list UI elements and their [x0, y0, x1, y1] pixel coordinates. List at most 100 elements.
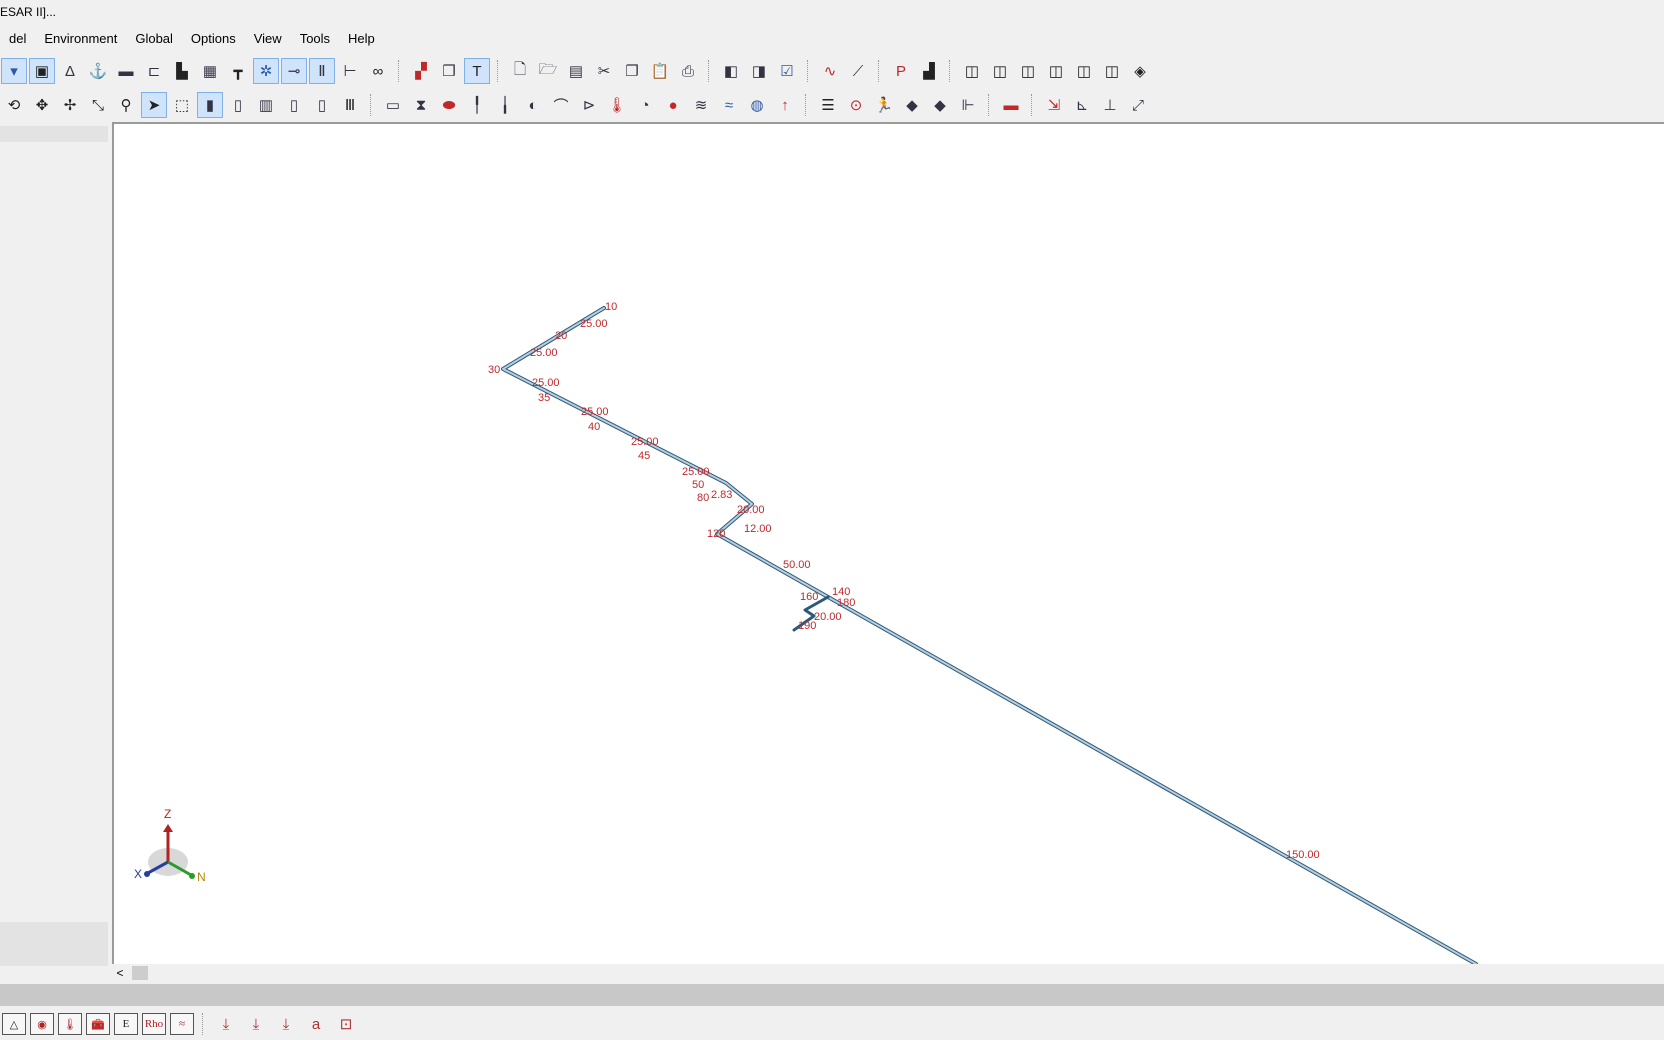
vertical-scale-icon[interactable]: Ⅱ	[309, 58, 335, 84]
view-cube-icon[interactable]: ◈	[1127, 58, 1153, 84]
dims-2-icon[interactable]: ⊥	[1097, 92, 1123, 118]
restraint-icon[interactable]: ▬	[113, 58, 139, 84]
wave-icon[interactable]: ≈	[716, 92, 742, 118]
axes-icon[interactable]: ✲	[253, 58, 279, 84]
run-icon[interactable]: 🏃	[871, 92, 897, 118]
grid-icon[interactable]: ▦	[197, 58, 223, 84]
list-icon[interactable]: ☰	[815, 92, 841, 118]
plot-icon[interactable]: ▞	[408, 58, 434, 84]
iso-view-6-icon[interactable]: ◫	[1099, 58, 1125, 84]
cursor-3-icon[interactable]: ⤓	[273, 1012, 299, 1036]
material-icon[interactable]: ●	[660, 92, 686, 118]
select-box-icon[interactable]: ⬚	[169, 92, 195, 118]
cube-open-icon[interactable]: ❒	[436, 58, 462, 84]
nozzle-icon[interactable]: ◐	[520, 92, 546, 118]
move-icon[interactable]: ✢	[57, 92, 83, 118]
wire-pipe-icon[interactable]: ▯	[225, 92, 251, 118]
temperature-button[interactable]: 🌡	[58, 1013, 82, 1035]
save-icon[interactable]: ▤	[563, 58, 589, 84]
expansion-joint-icon[interactable]: ⬬	[436, 92, 462, 118]
elbow-icon[interactable]: ⊢	[337, 58, 363, 84]
menu-global[interactable]: Global	[126, 31, 182, 46]
print-icon[interactable]: ⎙	[675, 58, 701, 84]
cursor-2-icon[interactable]: ⤓	[243, 1012, 269, 1036]
target-button[interactable]: ◉	[30, 1013, 54, 1035]
density-button[interactable]: Rho	[142, 1013, 166, 1035]
walk-icon[interactable]: ⚲	[113, 92, 139, 118]
hanger-icon[interactable]: ⊏	[141, 58, 167, 84]
screen-icon[interactable]: ▣	[29, 58, 55, 84]
center-line-icon[interactable]: ▯	[281, 92, 307, 118]
single-line-icon[interactable]: ▯	[309, 92, 335, 118]
menu-options[interactable]: Options	[182, 31, 245, 46]
select-icon[interactable]: ➤	[141, 92, 167, 118]
menu-tools[interactable]: Tools	[291, 31, 339, 46]
graph-icon[interactable]: ⟋	[845, 58, 871, 84]
horizontal-scrollbar[interactable]: <	[112, 964, 1664, 982]
dims-3-icon[interactable]: ⤢	[1125, 92, 1151, 118]
axis-arrows-icon[interactable]: ⊩	[955, 92, 981, 118]
model-viewport[interactable]: 10 20 30 35 40 45 50 80 120 140 160 180 …	[112, 122, 1664, 966]
ruler-icon[interactable]: ▬	[998, 92, 1024, 118]
menu-environment[interactable]: Environment	[35, 31, 126, 46]
scroll-thumb[interactable]	[132, 966, 148, 980]
menu-help[interactable]: Help	[339, 31, 384, 46]
toolbox-button[interactable]: 🧰	[86, 1013, 110, 1035]
anchor-icon[interactable]: ⚓	[85, 58, 111, 84]
menu-model[interactable]: del	[0, 31, 35, 46]
iso-view-4-icon[interactable]: ◫	[1043, 58, 1069, 84]
text-icon[interactable]: T	[464, 58, 490, 84]
copy-icon[interactable]: ❐	[619, 58, 645, 84]
scroll-left-button[interactable]: <	[112, 966, 128, 980]
zoom-icon[interactable]: ⤡	[85, 92, 111, 118]
bend-icon[interactable]: ⌒	[548, 92, 574, 118]
iso-view-3-icon[interactable]: ◫	[1015, 58, 1041, 84]
binoculars-icon[interactable]: ∞	[365, 58, 391, 84]
model-canvas[interactable]: 10 20 30 35 40 45 50 80 120 140 160 180 …	[114, 124, 1664, 966]
cursor-1-icon[interactable]: ⤓	[213, 1012, 239, 1036]
wind-icon[interactable]: ≋	[688, 92, 714, 118]
iso-view-5-icon[interactable]: ◫	[1071, 58, 1097, 84]
load-1-icon[interactable]: ◆	[899, 92, 925, 118]
solid-pipe-icon[interactable]: ▮	[197, 92, 223, 118]
cut-icon[interactable]: ✂	[591, 58, 617, 84]
zoom-window-icon[interactable]: ⊡	[333, 1012, 359, 1036]
view-right-icon[interactable]: ◨	[746, 58, 772, 84]
seismic-icon[interactable]: ◍	[744, 92, 770, 118]
menu-view[interactable]: View	[245, 31, 291, 46]
plt-icon[interactable]: P	[888, 58, 914, 84]
check-icon[interactable]: ☑	[774, 58, 800, 84]
valve-icon[interactable]: ⧗	[408, 92, 434, 118]
delta-icon[interactable]: Δ	[57, 58, 83, 84]
render-icon[interactable]: ▟	[916, 58, 942, 84]
open-folder-icon[interactable]: 🗁	[535, 58, 561, 84]
elastic-modulus-button[interactable]: E	[114, 1013, 138, 1035]
reducer-icon[interactable]: ⊳	[576, 92, 602, 118]
pan-icon[interactable]: ✥	[29, 92, 55, 118]
new-file-icon[interactable]: 🗋	[507, 58, 533, 84]
triangle-button[interactable]: △	[2, 1013, 26, 1035]
iso-view-1-icon[interactable]: ◫	[959, 58, 985, 84]
iso-view-2-icon[interactable]: ◫	[987, 58, 1013, 84]
measure-icon[interactable]: ⇲	[1041, 92, 1067, 118]
pressure-gauge-icon[interactable]: ◔	[632, 92, 658, 118]
node-toggle-icon[interactable]: ⊸	[281, 58, 307, 84]
paste-icon[interactable]: 📋	[647, 58, 673, 84]
flange-icon[interactable]: ▭	[380, 92, 406, 118]
rotate-icon[interactable]: ⟲	[1, 92, 27, 118]
line-pipe-icon[interactable]: ▥	[253, 92, 279, 118]
tee-icon[interactable]: ┳	[225, 58, 251, 84]
force-icon[interactable]: ↑	[772, 92, 798, 118]
hanger-node-icon[interactable]: ╽	[492, 92, 518, 118]
view-left-icon[interactable]: ◧	[718, 58, 744, 84]
thermometer-icon[interactable]: 🌡	[604, 92, 630, 118]
waveform-icon[interactable]: ∿	[817, 58, 843, 84]
restraint-node-icon[interactable]: ╿	[464, 92, 490, 118]
record-icon[interactable]: ⊙	[843, 92, 869, 118]
a1-icon[interactable]: a	[303, 1012, 329, 1036]
support-icon[interactable]: ▙	[169, 58, 195, 84]
load-2-icon[interactable]: ◆	[927, 92, 953, 118]
dims-1-icon[interactable]: ⊾	[1069, 92, 1095, 118]
bars-icon[interactable]: Ⅲ	[337, 92, 363, 118]
wave-button[interactable]: ≈	[170, 1013, 194, 1035]
